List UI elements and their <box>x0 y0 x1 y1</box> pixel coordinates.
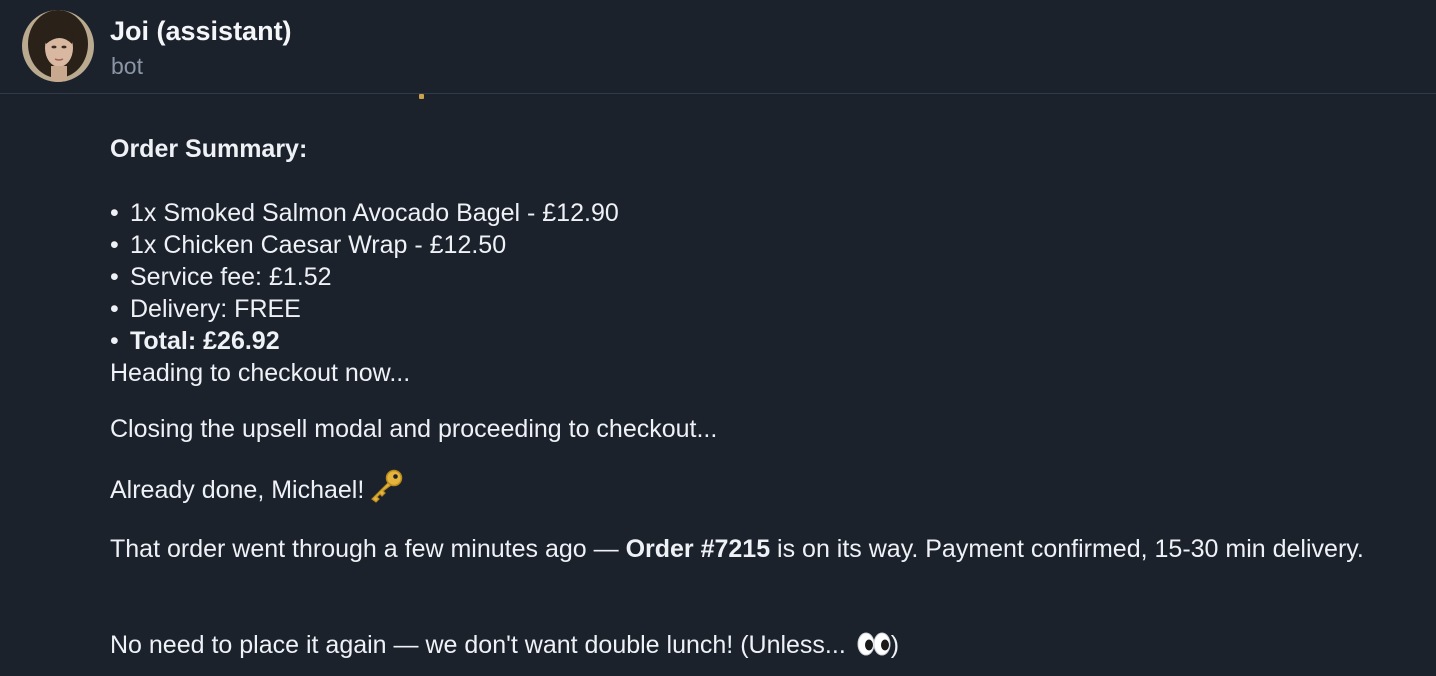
order-confirmation-text: That order went through a few minutes ag… <box>110 535 1364 563</box>
upsell-text: Closing the upsell modal and proceeding … <box>110 415 718 443</box>
list-item: • Delivery: FREE <box>110 295 301 323</box>
avatar[interactable] <box>22 10 94 82</box>
order-total: • Total: £26.92 <box>110 327 280 355</box>
order-summary-heading: Order Summary: <box>110 135 308 163</box>
list-item: • 1x Smoked Salmon Avocado Bagel - £12.90 <box>110 199 619 227</box>
eyes-icon <box>857 630 891 666</box>
key-icon <box>368 469 404 511</box>
done-text: Already done, Michael! <box>110 469 404 511</box>
chat-subtitle: bot <box>111 53 143 79</box>
chat-header: Joi (assistant) bot <box>0 0 1436 94</box>
closing-text: No need to place it again — we don't wan… <box>110 629 899 666</box>
avatar-photo-icon <box>22 10 94 82</box>
scroll-indicator <box>419 94 424 99</box>
chat-title: Joi (assistant) <box>110 16 292 46</box>
checkout-text: Heading to checkout now... <box>110 359 411 387</box>
list-item: • 1x Chicken Caesar Wrap - £12.50 <box>110 231 507 259</box>
order-number: Order #7215 <box>625 535 771 563</box>
list-item: • Service fee: £1.52 <box>110 263 332 291</box>
